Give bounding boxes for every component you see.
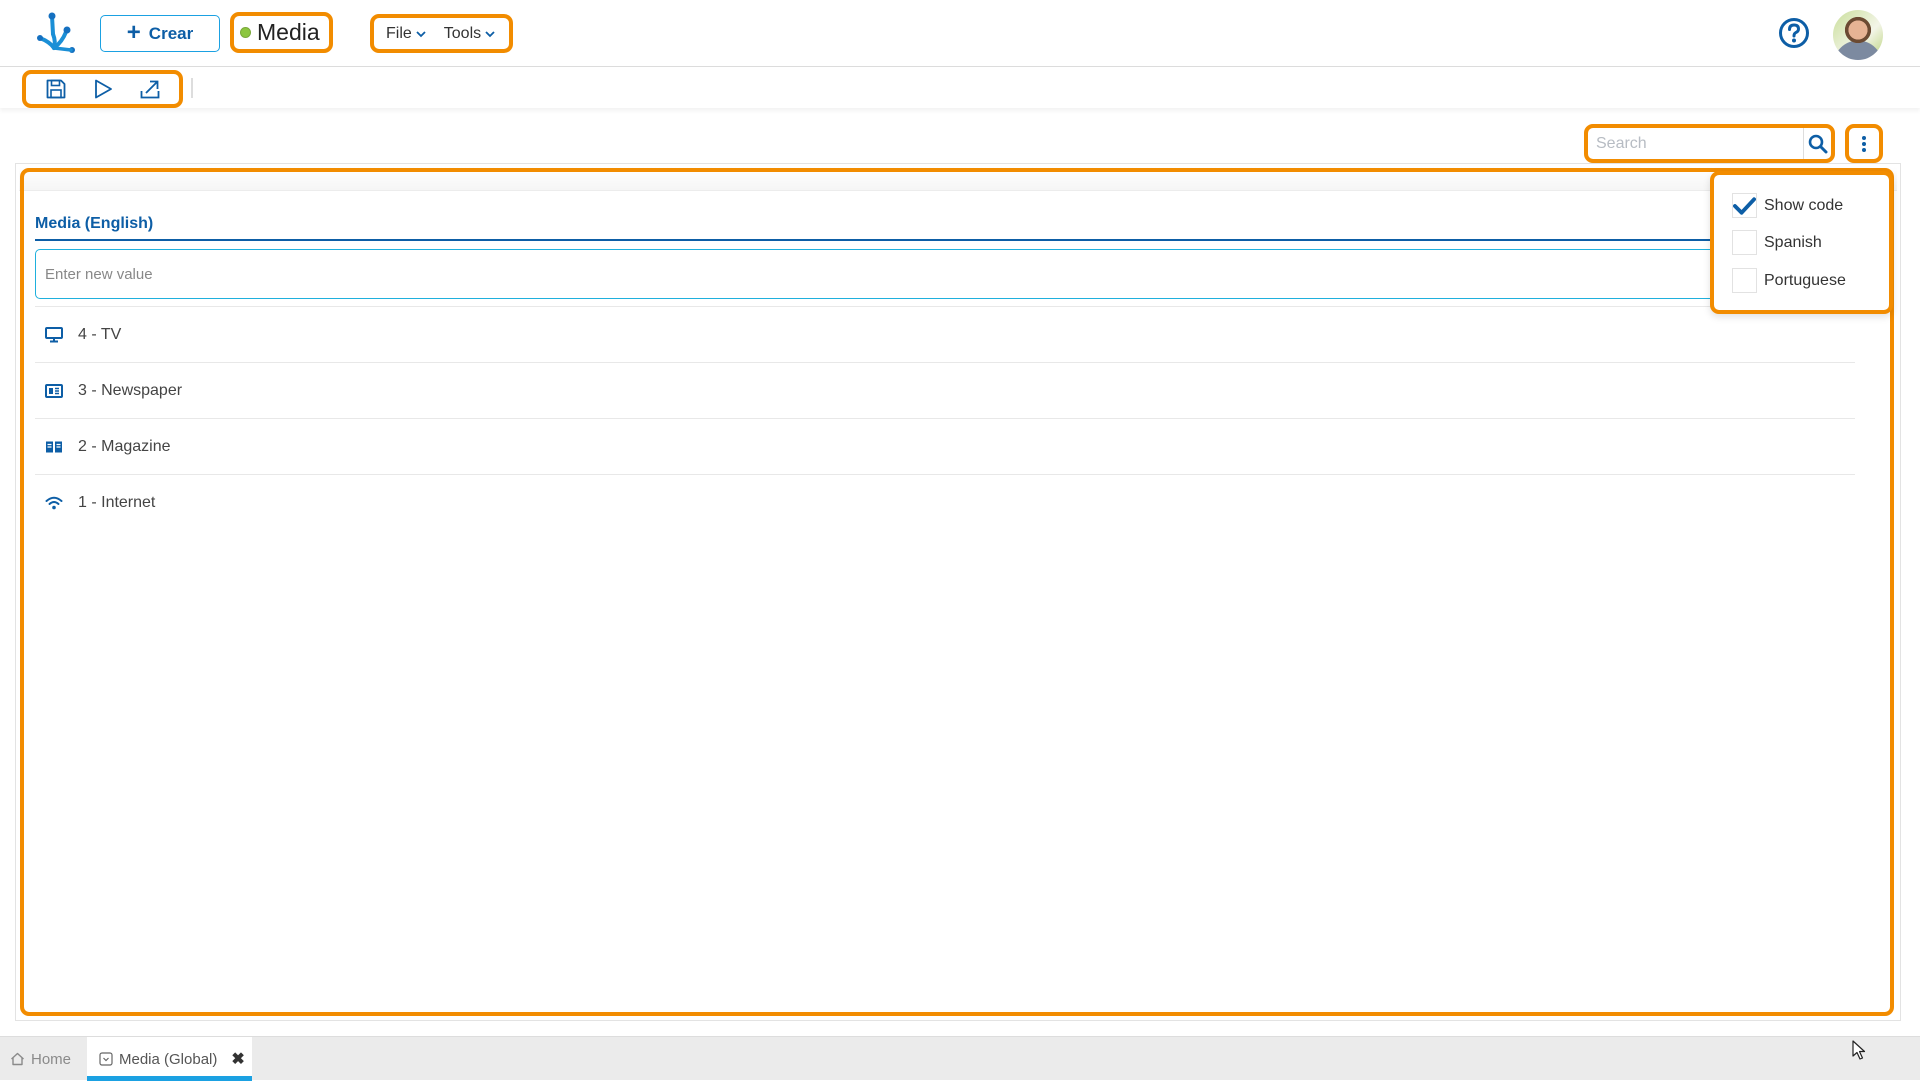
search-icon [1808, 134, 1827, 153]
option-portuguese[interactable]: Portuguese [1732, 268, 1846, 293]
tab-media-global[interactable]: Media (Global) ✖ [87, 1037, 252, 1081]
options-menu-button[interactable] [1845, 124, 1883, 163]
tab-media-label: Media (Global) [119, 1050, 218, 1068]
menu-bar: File Tools [370, 14, 513, 53]
options-dropdown: Show code Spanish Portuguese [1710, 171, 1893, 314]
checkbox[interactable] [1732, 268, 1757, 293]
option-spanish[interactable]: Spanish [1732, 230, 1822, 255]
checkbox[interactable] [1732, 230, 1757, 255]
checkmark-icon [1733, 196, 1756, 215]
home-icon [11, 1052, 24, 1066]
app-title-group: Media [230, 12, 333, 53]
option-show-code[interactable]: Show code [1732, 193, 1843, 218]
tab-bar: Home Media (Global) ✖ [0, 1036, 1920, 1081]
toolbar [0, 67, 1920, 108]
toolbar-divider [191, 78, 193, 98]
tab-home[interactable]: Home [10, 1037, 71, 1081]
app-title: Media [257, 19, 320, 45]
content-highlight [20, 168, 1894, 1016]
play-icon[interactable] [91, 77, 115, 101]
tab-home-label: Home [31, 1050, 72, 1068]
export-icon[interactable] [138, 77, 162, 101]
option-label: Portuguese [1764, 271, 1846, 289]
help-circle-icon[interactable] [1778, 17, 1810, 49]
mouse-cursor-icon [1852, 1040, 1866, 1060]
search-input[interactable] [1588, 128, 1803, 159]
top-bar: + Crear Media File Tools [0, 0, 1920, 67]
search-box [1584, 124, 1835, 163]
toolbar-actions [22, 70, 183, 108]
kebab-menu-icon [1862, 135, 1866, 152]
chevron-down-icon [416, 30, 426, 37]
menu-file-label: File [386, 24, 412, 42]
create-button[interactable]: + Crear [100, 15, 220, 52]
checkbox[interactable] [1732, 193, 1757, 218]
chevron-down-icon [485, 30, 495, 37]
plus-icon: + [126, 18, 141, 46]
user-avatar[interactable] [1833, 10, 1883, 60]
status-indicator [240, 27, 251, 38]
active-tab-indicator [87, 1076, 252, 1081]
option-label: Spanish [1764, 233, 1822, 251]
list-box-icon [99, 1052, 113, 1066]
app-logo-icon[interactable] [36, 12, 76, 54]
create-button-label: Crear [148, 23, 194, 43]
save-icon[interactable] [44, 77, 68, 101]
close-icon[interactable]: ✖ [231, 1049, 244, 1069]
option-label: Show code [1764, 196, 1844, 214]
menu-file[interactable]: File [386, 25, 426, 43]
menu-tools[interactable]: Tools [444, 25, 495, 43]
search-button[interactable] [1803, 128, 1831, 159]
menu-tools-label: Tools [443, 24, 482, 42]
